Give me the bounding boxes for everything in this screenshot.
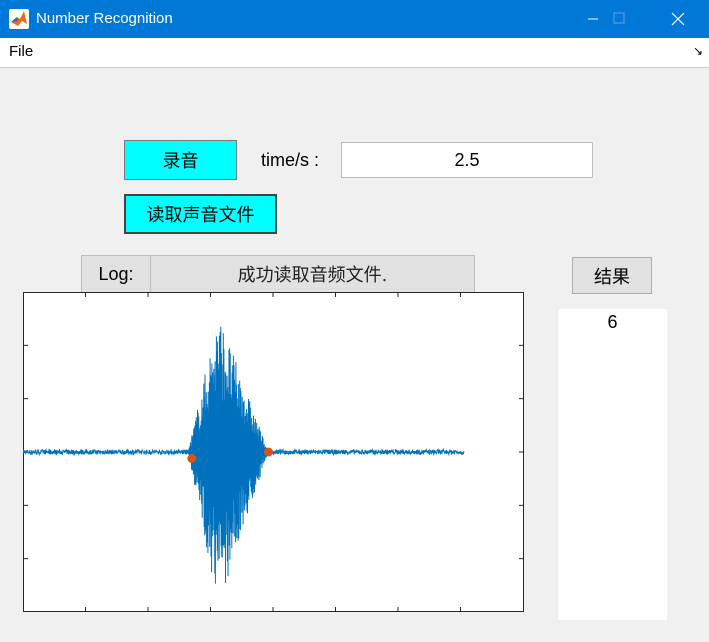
result-button[interactable]: 结果 xyxy=(572,257,652,294)
read-sound-file-button[interactable]: 读取声音文件 xyxy=(124,194,277,234)
menu-bar: File ↘ xyxy=(0,38,709,68)
title-bar: Number Recognition xyxy=(0,0,709,38)
close-icon xyxy=(671,12,685,26)
menu-file[interactable]: File xyxy=(9,43,33,60)
maximize-button[interactable] xyxy=(596,0,642,38)
endpoint-marker xyxy=(263,447,273,457)
result-display: 6 xyxy=(558,309,667,620)
record-button[interactable]: 录音 xyxy=(124,140,237,180)
window-title: Number Recognition xyxy=(36,10,173,27)
toolbar-toggle-icon[interactable]: ↘ xyxy=(693,44,703,58)
time-input[interactable]: 2.5 xyxy=(341,142,593,178)
time-label: time/s : xyxy=(261,150,320,170)
log-message: 成功读取音频文件. xyxy=(150,255,475,293)
matlab-icon xyxy=(9,9,29,29)
log-label: Log: xyxy=(81,255,151,293)
maximize-icon xyxy=(613,12,625,24)
waveform-plot xyxy=(23,292,524,612)
endpoint-marker xyxy=(187,453,197,463)
close-button[interactable] xyxy=(655,0,701,38)
